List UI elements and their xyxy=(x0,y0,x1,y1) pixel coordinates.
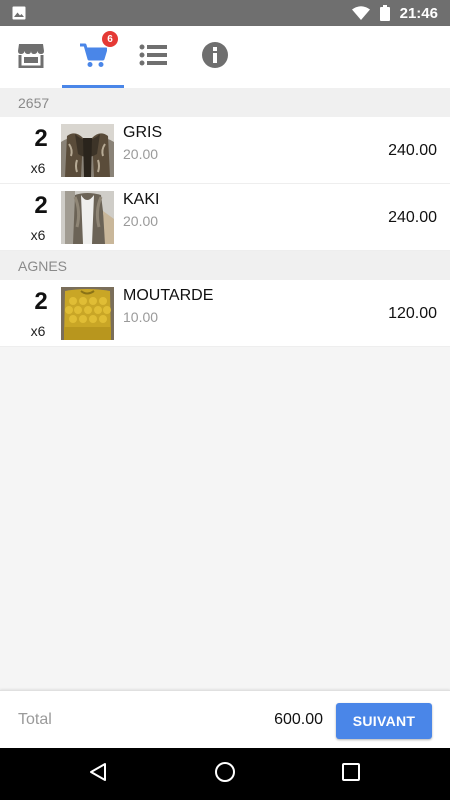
item-quantity: 2 xyxy=(34,125,48,152)
tab-cart[interactable]: 6 xyxy=(62,26,124,88)
product-name: KAKI xyxy=(123,191,160,208)
next-button[interactable]: SUIVANT xyxy=(336,703,432,739)
back-button[interactable] xyxy=(68,748,128,800)
recents-icon xyxy=(342,762,360,786)
info-icon xyxy=(201,41,229,74)
home-button[interactable] xyxy=(195,748,255,800)
line-total: 240.00 xyxy=(388,142,437,159)
system-nav-bar xyxy=(0,748,450,800)
cart-item-row[interactable]: 2 x6 GRIS 20.00 240.00 xyxy=(0,117,450,184)
total-value: 600.00 xyxy=(274,711,323,728)
status-time: 21:46 xyxy=(399,4,438,22)
cart-count-badge: 6 xyxy=(102,31,118,47)
tab-store[interactable] xyxy=(0,26,62,88)
item-multiplier: x6 xyxy=(30,160,46,176)
unit-price: 20.00 xyxy=(123,146,159,162)
item-quantity: 2 xyxy=(34,288,48,315)
status-bar: 21:46 xyxy=(0,0,450,26)
item-quantity: 2 xyxy=(34,192,48,219)
unit-price: 20.00 xyxy=(123,213,159,229)
product-name: MOUTARDE xyxy=(123,287,214,304)
cart-icon xyxy=(79,42,108,73)
image-icon xyxy=(12,6,26,20)
store-icon xyxy=(17,42,45,73)
product-thumbnail xyxy=(61,191,114,244)
top-tab-bar: 6 xyxy=(0,26,450,88)
item-multiplier: x6 xyxy=(30,227,46,243)
cart-item-row[interactable]: 2 x6 MOUTARDE 10.00 120.00 xyxy=(0,280,450,347)
list-icon xyxy=(139,44,167,71)
home-icon xyxy=(214,761,236,788)
line-total: 120.00 xyxy=(388,305,437,322)
group-header: AGNES xyxy=(0,251,450,280)
line-total: 240.00 xyxy=(388,209,437,226)
tab-list[interactable] xyxy=(122,26,184,88)
total-label: Total xyxy=(18,711,52,728)
battery-icon xyxy=(379,5,390,21)
group-header: 2657 xyxy=(0,88,450,117)
checkout-footer: Total 600.00 SUIVANT xyxy=(0,690,450,748)
product-thumbnail xyxy=(61,124,114,177)
item-multiplier: x6 xyxy=(30,323,46,339)
product-name: GRIS xyxy=(123,124,163,141)
product-thumbnail xyxy=(61,287,114,340)
cart-list[interactable]: 2657 2 x6 GRIS 20.00 240.00 2 x6 KAKI 20… xyxy=(0,88,450,688)
cart-item-row[interactable]: 2 x6 KAKI 20.00 240.00 xyxy=(0,184,450,251)
wifi-icon xyxy=(351,6,370,20)
unit-price: 10.00 xyxy=(123,309,159,325)
recents-button[interactable] xyxy=(321,748,381,800)
back-icon xyxy=(88,762,108,787)
tab-info[interactable] xyxy=(184,26,246,88)
